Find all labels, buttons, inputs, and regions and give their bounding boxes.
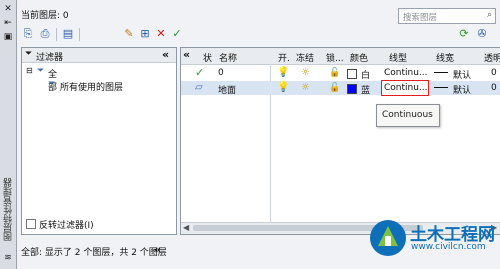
tooltip-text: Continuous bbox=[382, 110, 433, 120]
unlock-icon[interactable]: 🔓 bbox=[329, 83, 340, 93]
current-layer-label: 当前图层: 0 bbox=[21, 11, 69, 21]
layer-name[interactable]: 0 bbox=[218, 68, 224, 78]
column-status[interactable]: 状 bbox=[203, 51, 212, 64]
layer-lineweight[interactable]: 默认 bbox=[453, 83, 471, 96]
layer-states-manager-icon[interactable]: ▤ bbox=[61, 27, 75, 41]
bulb-on-icon[interactable]: 💡 bbox=[277, 67, 289, 78]
new-property-filter-icon[interactable]: ⎘ bbox=[21, 27, 35, 41]
search-icon[interactable]: ⌕ bbox=[487, 10, 492, 20]
refresh-icon[interactable]: ⟳ bbox=[457, 27, 471, 41]
filter-icon: ⏷ bbox=[48, 79, 56, 89]
current-layer-check-icon: ✓ bbox=[195, 66, 205, 79]
status-bar-text: 全部: 显示了 2 个图层，共 2 个图层 bbox=[21, 248, 167, 258]
column-name[interactable]: 名称 bbox=[219, 51, 237, 64]
scroll-left-icon[interactable]: ◀ bbox=[183, 223, 189, 232]
delete-layer-icon[interactable]: ✕ bbox=[154, 27, 168, 41]
status-collapse-button[interactable]: « bbox=[154, 243, 161, 256]
layer-color-name[interactable]: 蓝 bbox=[361, 83, 370, 96]
toolbar-separator bbox=[79, 28, 80, 41]
bulb-on-icon[interactable]: 💡 bbox=[277, 82, 289, 93]
lineweight-sample bbox=[434, 72, 448, 73]
linetype-tooltip: Continuous bbox=[376, 104, 440, 127]
search-layer-input[interactable]: 搜索图层 ⌕ bbox=[398, 8, 496, 24]
palette-title: 图层特性管理器 bbox=[4, 178, 14, 241]
invert-filter-checkbox[interactable] bbox=[26, 219, 36, 229]
invert-filter-label: 反转过滤器(I) bbox=[39, 221, 94, 231]
column-transparency[interactable]: 透明度 bbox=[484, 51, 500, 64]
new-layer-vp-frozen-icon[interactable]: ⊞ bbox=[138, 27, 152, 41]
watermark-logo bbox=[370, 220, 406, 256]
unlock-icon[interactable]: 🔓 bbox=[329, 68, 340, 78]
collapse-tree-button[interactable]: « bbox=[162, 48, 169, 61]
collapse-grid-button[interactable]: « bbox=[183, 48, 190, 61]
pin-icon[interactable]: ⇤ bbox=[3, 18, 13, 28]
filter-tree-header: ⏷ 过滤器 « bbox=[22, 48, 176, 63]
filter-folder-icon: ⏷ bbox=[37, 66, 45, 76]
settings-icon[interactable]: ✇ bbox=[475, 27, 489, 41]
column-lock[interactable]: 锁... bbox=[326, 51, 344, 64]
color-swatch[interactable] bbox=[347, 69, 357, 79]
layer-transparency[interactable]: 0 bbox=[491, 83, 497, 93]
layer-name[interactable]: 地面 bbox=[218, 83, 236, 96]
expand-icon[interactable]: ⊟ bbox=[26, 66, 33, 75]
column-freeze[interactable]: 冻结 bbox=[296, 51, 314, 64]
layer-linetype[interactable]: Continu... bbox=[384, 68, 428, 78]
column-lineweight[interactable]: 线宽 bbox=[436, 51, 454, 64]
layer-lineweight[interactable]: 默认 bbox=[453, 68, 471, 81]
new-group-filter-icon[interactable]: ⎙ bbox=[38, 27, 52, 41]
layers-icon: ≋ bbox=[4, 253, 12, 263]
layer-linetype[interactable]: Continu... bbox=[384, 83, 428, 93]
layer-transparency[interactable]: 0 bbox=[491, 68, 497, 78]
palette-title-strip[interactable]: ✕ ⇤ ▣ 图层特性管理器 ≋ bbox=[0, 0, 17, 269]
layer-icon: ▱ bbox=[195, 82, 203, 93]
column-on[interactable]: 开. bbox=[278, 51, 290, 64]
close-icon[interactable]: ✕ bbox=[3, 4, 13, 14]
sun-thaw-icon[interactable]: ☼ bbox=[301, 67, 310, 78]
funnel-icon: ⏷ bbox=[25, 49, 33, 59]
filter-header-label: 过滤器 bbox=[36, 53, 64, 63]
watermark: 土木工程网 www.civilcn.com bbox=[368, 212, 498, 266]
watermark-url: www.civilcn.com bbox=[411, 242, 486, 252]
column-color[interactable]: 颜色 bbox=[350, 51, 368, 64]
layer-list: « 状 名称 开. 冻结 锁... 颜色 线型 线宽 透明度 ✓ 0 💡 ☼ 🔓… bbox=[180, 47, 500, 235]
filter-tree: ⏷ 过滤器 « ⊟ ⏷ 全部 ⏷ 所有使用的图层 反转过滤器(I) bbox=[21, 47, 177, 235]
layer-color-name[interactable]: 白 bbox=[361, 68, 370, 81]
sun-thaw-icon[interactable]: ☼ bbox=[301, 82, 310, 93]
lineweight-sample bbox=[434, 87, 448, 88]
layer-list-header: « 状 名称 开. 冻结 锁... 颜色 线型 线宽 透明度 bbox=[181, 48, 500, 65]
layer-row[interactable]: ✓ 0 💡 ☼ 🔓 白 Continu... 默认 0 bbox=[181, 66, 500, 81]
set-current-icon[interactable]: ✓ bbox=[170, 27, 184, 41]
search-placeholder: 搜索图层 bbox=[403, 13, 438, 23]
column-linetype[interactable]: 线型 bbox=[389, 51, 407, 64]
new-layer-icon[interactable]: ✎ bbox=[122, 27, 136, 41]
toolbar-separator bbox=[56, 28, 57, 41]
layer-row[interactable]: ▱ 地面 💡 ☼ 🔓 蓝 Continu... 默认 0 bbox=[181, 80, 500, 96]
color-swatch[interactable] bbox=[347, 84, 357, 94]
properties-icon[interactable]: ▣ bbox=[3, 32, 13, 42]
tree-item-label: 所有使用的图层 bbox=[60, 83, 124, 93]
